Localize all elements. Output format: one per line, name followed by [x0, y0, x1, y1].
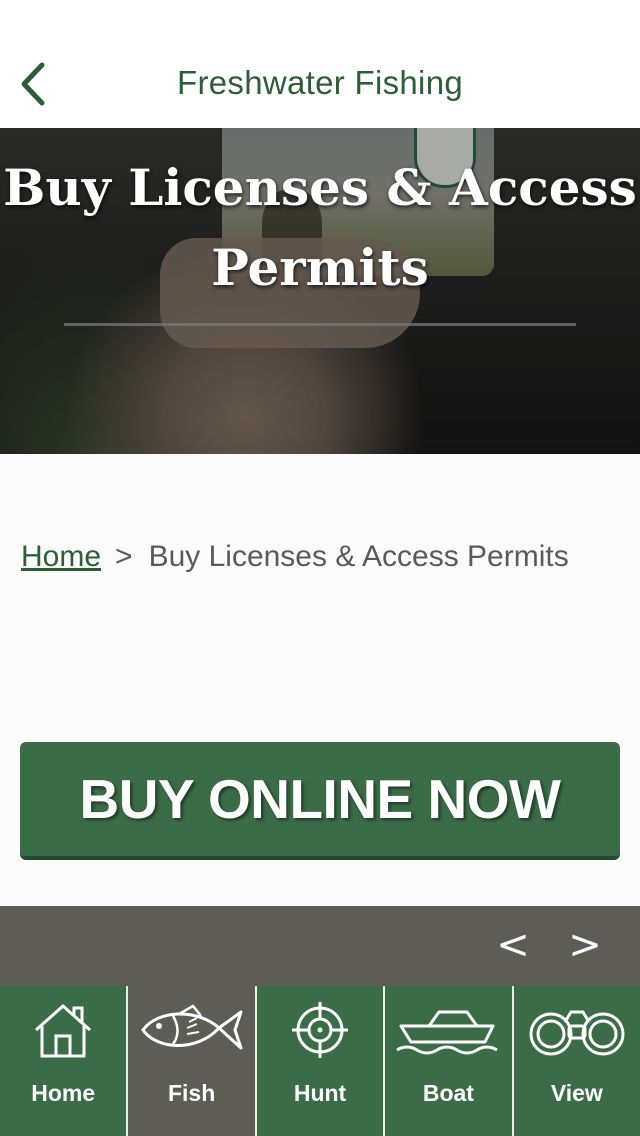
tab-bar: Home Fish Hunt Boat View	[0, 986, 640, 1136]
fish-icon	[140, 1004, 243, 1050]
tab-hunt[interactable]: Hunt	[257, 986, 386, 1136]
hero-divider	[64, 323, 576, 326]
hero-title: Buy Licenses & Access Permits	[0, 148, 640, 308]
tab-fish[interactable]: Fish	[128, 986, 257, 1136]
buy-online-now-label: BUY ONLINE NOW	[79, 768, 561, 830]
content-area: Home > Buy Licenses & Access Permits BUY O…	[0, 454, 640, 906]
page-title: Freshwater Fishing	[177, 64, 463, 101]
breadcrumb: Home > Buy Licenses & Access Permits	[21, 540, 569, 574]
breadcrumb-home-link[interactable]: Home	[21, 540, 101, 573]
next-button[interactable]: >	[558, 918, 612, 972]
house-icon	[35, 1004, 92, 1058]
tab-view[interactable]: View	[514, 986, 640, 1136]
boat-icon	[396, 1010, 499, 1055]
nav-bar: Freshwater Fishing	[0, 0, 640, 128]
breadcrumb-current: Buy Licenses & Access Permits	[148, 540, 569, 573]
tab-view-label: View	[550, 1080, 603, 1106]
tab-boat-label: Boat	[422, 1080, 474, 1106]
hero-title-line1: Buy Licenses & Access	[3, 158, 637, 217]
breadcrumb-separator: >	[115, 540, 133, 573]
tab-hunt-label: Hunt	[293, 1080, 347, 1106]
pager-bar: < >	[0, 906, 640, 986]
previous-button[interactable]: <	[486, 918, 540, 972]
tab-fish-label: Fish	[167, 1080, 216, 1106]
buy-online-now-button[interactable]: BUY ONLINE NOW	[20, 742, 620, 860]
binoculars-icon	[529, 1010, 625, 1056]
hero-banner: Buy Licenses & Access Permits	[0, 128, 640, 454]
crosshair-icon	[292, 1002, 349, 1058]
tab-home[interactable]: Home	[0, 986, 129, 1136]
hero-title-line2: Permits	[211, 238, 429, 297]
tab-home-label: Home	[31, 1080, 96, 1106]
tab-boat[interactable]: Boat	[385, 986, 514, 1136]
